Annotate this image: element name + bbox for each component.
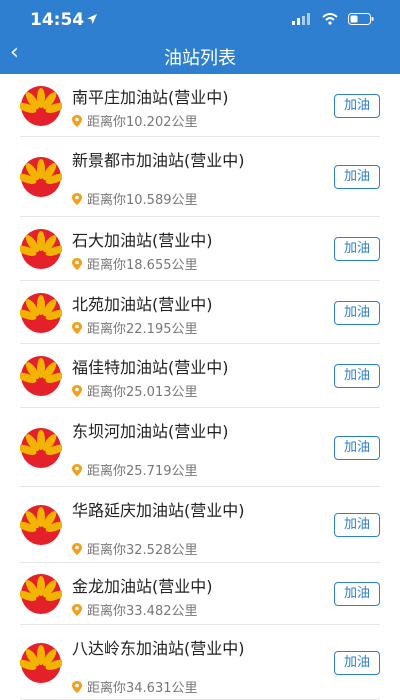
station-name: 东坝河加油站(营业中) <box>72 422 229 441</box>
station-name: 金龙加油站(营业中) <box>72 577 213 596</box>
station-distance: 距离你25.013公里 <box>87 385 198 400</box>
petrochina-logo <box>20 505 62 545</box>
refuel-button[interactable]: 加油 <box>334 650 380 675</box>
station-distance-row: 距离你33.482公里 <box>72 600 198 619</box>
station-distance: 距离你10.589公里 <box>87 193 198 208</box>
petrochina-logo <box>20 642 62 683</box>
station-distance-row: 距离你10.589公里 <box>72 189 198 208</box>
refuel-button[interactable]: 加油 <box>334 513 380 537</box>
location-pin-icon <box>72 680 82 693</box>
station-distance: 距离你33.482公里 <box>87 604 198 619</box>
station-distance-row: 距离你22.195公里 <box>72 318 198 337</box>
station-distance-row: 距离你34.631公里 <box>72 677 198 696</box>
station-name: 北苑加油站(营业中) <box>72 295 213 314</box>
cellular-signal-icon <box>292 13 310 25</box>
petrochina-logo <box>20 292 62 333</box>
station-name: 南平庄加油站(营业中) <box>72 88 229 107</box>
station-distance: 距离你22.195公里 <box>87 322 198 337</box>
refuel-button[interactable]: 加油 <box>334 364 380 388</box>
refuel-button[interactable]: 加油 <box>334 237 380 261</box>
station-name: 石大加油站(营业中) <box>72 231 213 250</box>
station-name: 福佳特加油站(营业中) <box>72 358 229 377</box>
status-time: 14:54 <box>30 10 85 30</box>
location-pin-icon <box>72 463 82 476</box>
status-indicators <box>292 13 374 25</box>
app-header: 14:54 ‹ 油站列表 <box>0 0 400 74</box>
station-distance-row: 距离你25.719公里 <box>72 460 198 479</box>
location-pin-icon <box>72 321 82 334</box>
station-item[interactable]: 南平庄加油站(营业中) 距离你10.202公里 加油 <box>0 74 400 137</box>
battery-icon <box>348 13 374 25</box>
page-title: 油站列表 <box>164 48 236 69</box>
station-distance-row: 距离你25.013公里 <box>72 381 198 400</box>
petrochina-logo <box>20 85 62 126</box>
station-item[interactable]: 八达岭东加油站(营业中) 距离你34.631公里 加油 <box>0 625 400 700</box>
station-list: 南平庄加油站(营业中) 距离你10.202公里 加油 新景都市加油站(营业中) <box>0 74 400 700</box>
station-distance-row: 距离你18.655公里 <box>72 254 198 273</box>
petrochina-logo <box>20 229 62 269</box>
petrochina-logo <box>20 356 62 396</box>
refuel-button[interactable]: 加油 <box>334 435 380 460</box>
refuel-button[interactable]: 加油 <box>334 93 380 118</box>
station-item[interactable]: 新景都市加油站(营业中) 距离你10.589公里 加油 <box>0 137 400 217</box>
station-name: 华路延庆加油站(营业中) <box>72 501 245 520</box>
location-pin-icon <box>72 257 82 270</box>
station-distance: 距离你10.202公里 <box>87 115 198 130</box>
station-item[interactable]: 金龙加油站(营业中) 距离你33.482公里 加油 <box>0 563 400 625</box>
refuel-button[interactable]: 加油 <box>334 300 380 325</box>
station-distance-row: 距离你10.202公里 <box>72 111 198 130</box>
station-item[interactable]: 东坝河加油站(营业中) 距离你25.719公里 加油 <box>0 408 400 487</box>
nav-bar: ‹ 油站列表 <box>0 36 400 74</box>
station-distance-row: 距离你32.528公里 <box>72 539 198 558</box>
station-item[interactable]: 福佳特加油站(营业中) 距离你25.013公里 加油 <box>0 344 400 408</box>
location-pin-icon <box>72 192 82 205</box>
refuel-button[interactable]: 加油 <box>334 165 380 189</box>
location-pin-icon <box>72 384 82 397</box>
location-pin-icon <box>72 603 82 616</box>
location-arrow-icon <box>87 14 97 24</box>
petrochina-logo <box>20 157 62 197</box>
station-item[interactable]: 华路延庆加油站(营业中) 距离你32.528公里 加油 <box>0 487 400 563</box>
station-distance: 距离你34.631公里 <box>87 681 198 696</box>
petrochina-logo <box>20 427 62 468</box>
wifi-icon <box>322 13 338 25</box>
location-pin-icon <box>72 114 82 127</box>
petrochina-logo <box>20 574 62 614</box>
station-name: 新景都市加油站(营业中) <box>72 151 245 170</box>
station-name: 八达岭东加油站(营业中) <box>72 639 245 658</box>
station-distance: 距离你32.528公里 <box>87 543 198 558</box>
refuel-button[interactable]: 加油 <box>334 582 380 606</box>
station-distance: 距离你25.719公里 <box>87 464 198 479</box>
station-item[interactable]: 北苑加油站(营业中) 距离你22.195公里 加油 <box>0 281 400 344</box>
status-bar: 14:54 <box>0 0 400 36</box>
station-distance: 距离你18.655公里 <box>87 258 198 273</box>
station-item[interactable]: 石大加油站(营业中) 距离你18.655公里 加油 <box>0 217 400 281</box>
location-pin-icon <box>72 542 82 555</box>
